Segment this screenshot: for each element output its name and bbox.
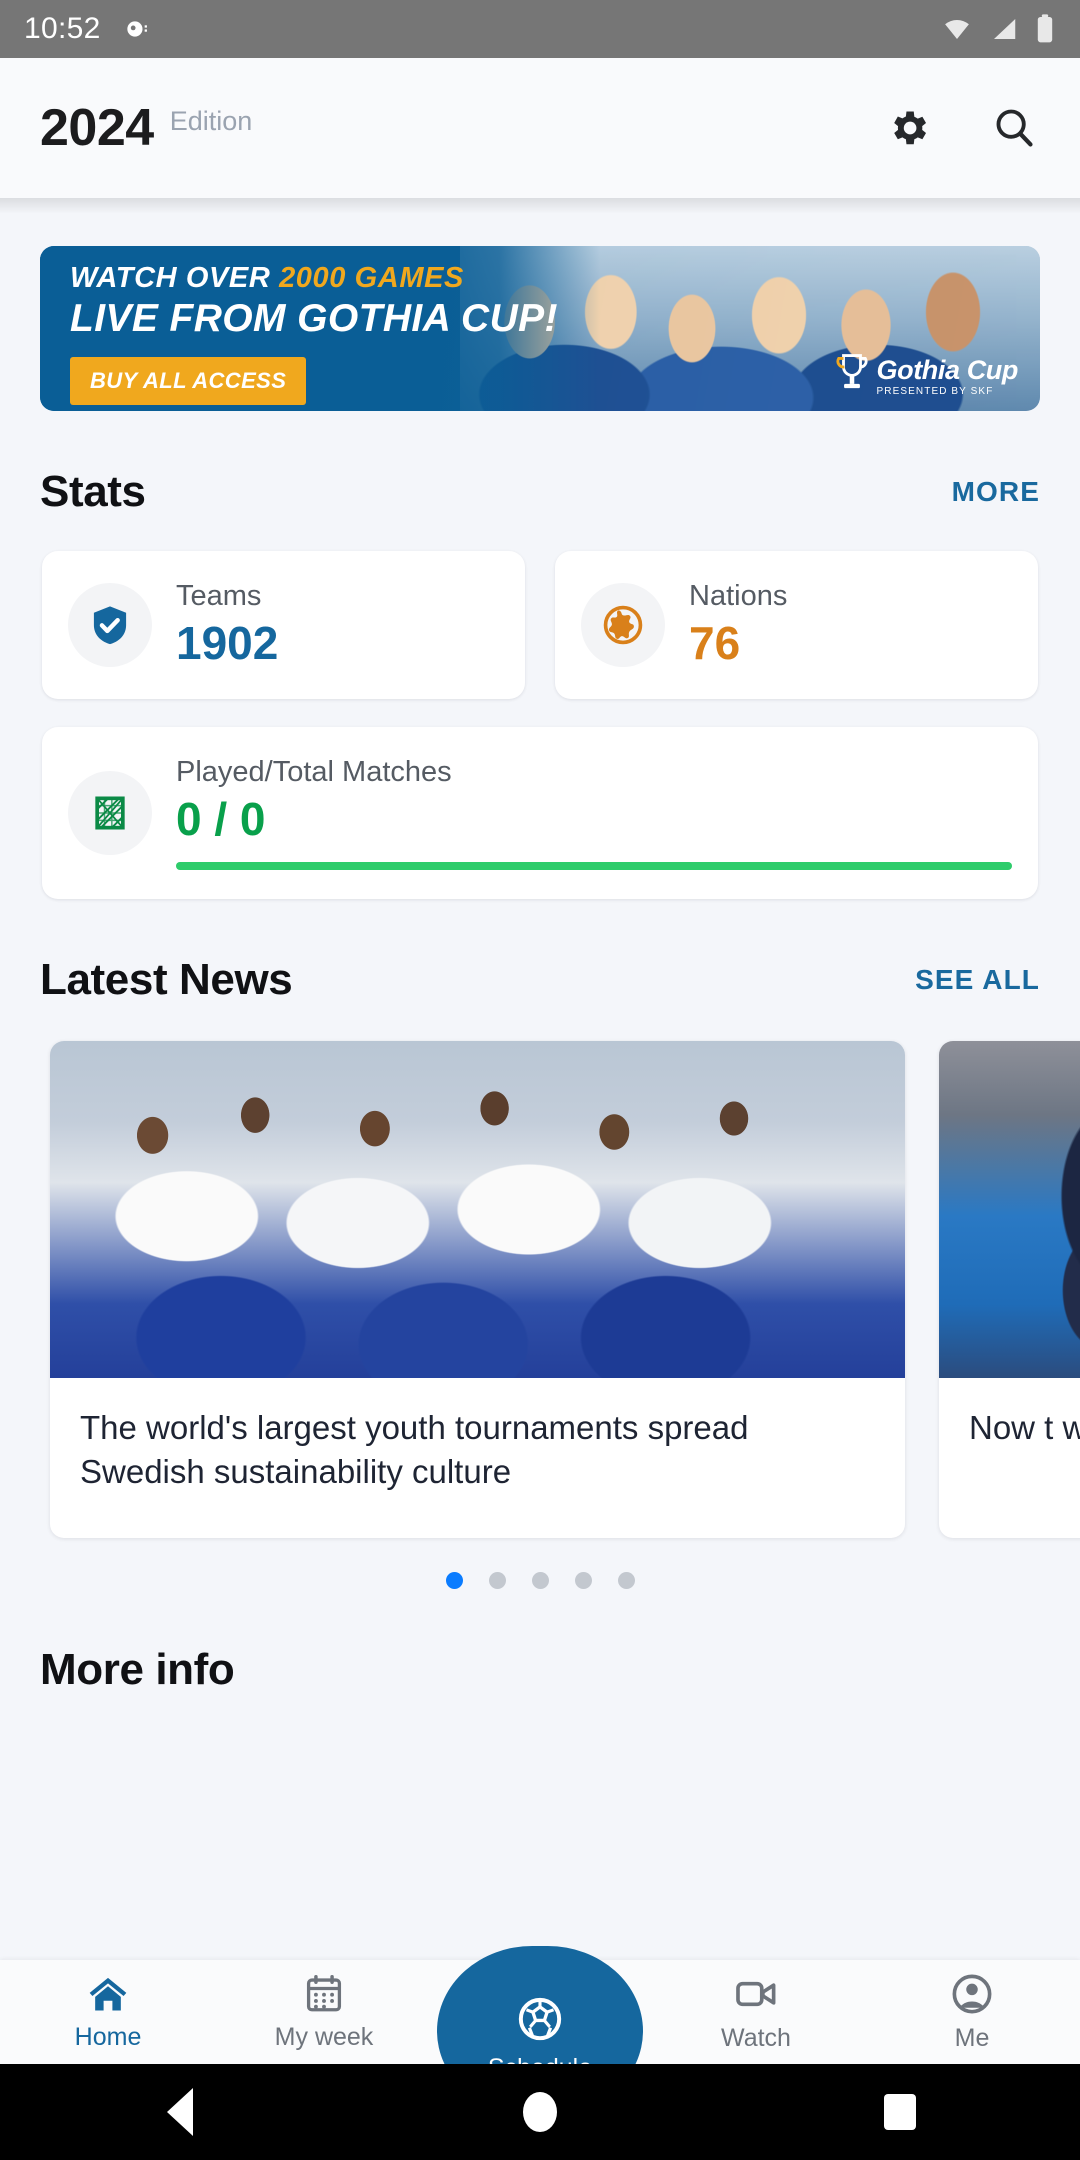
status-bar-clock: 10:52: [24, 12, 101, 45]
recents-square-icon: [884, 2094, 916, 2130]
carousel-dot[interactable]: [531, 1571, 549, 1589]
globe-icon: [603, 605, 643, 645]
promo-banner-line1: WATCH OVER 2000 GAMES: [70, 264, 558, 293]
stat-card-teams[interactable]: Teams 1902: [42, 551, 525, 699]
stat-card-nations[interactable]: Nations 76: [555, 551, 1038, 699]
app-header-shadow: [0, 198, 1080, 214]
gothia-cup-logo-sub: PRESENTED BY SKF: [876, 386, 994, 397]
matches-progress-track: [176, 861, 1012, 870]
nav-item-watch[interactable]: Watch: [648, 1971, 864, 2053]
nations-card-body: Nations 76: [689, 580, 787, 670]
nations-value: 76: [689, 616, 741, 669]
teams-value: 1902: [176, 616, 279, 669]
soccer-ball-icon: [518, 1997, 562, 2040]
android-recents-button[interactable]: [840, 2064, 960, 2160]
back-triangle-icon: [167, 2088, 193, 2136]
edition-label: Edition: [169, 105, 253, 136]
stats-cards-row: Teams 1902 Nations 76: [0, 551, 1080, 699]
stats-heading: Stats: [40, 467, 146, 516]
news-carousel[interactable]: The world's largest youth tournaments sp…: [0, 1041, 1080, 1538]
news-section-header: Latest News SEE ALL: [0, 955, 1080, 1005]
news-card-body: Now t will pl: [939, 1378, 1080, 1494]
nav-item-my-week[interactable]: My week: [216, 1972, 432, 2052]
search-button[interactable]: [988, 102, 1040, 154]
promo-banner-line1-prefix: WATCH OVER: [70, 262, 280, 294]
nav-item-home[interactable]: Home: [0, 1972, 216, 2052]
bottom-navigation-bar: Home My week Sched: [0, 1946, 1080, 2116]
settings-button[interactable]: [882, 102, 934, 154]
teams-label: Teams: [176, 580, 262, 613]
video-camera-icon: [736, 1981, 776, 2007]
nations-label: Nations: [689, 580, 788, 613]
nav-item-watch-label: Watch: [721, 2024, 791, 2052]
matches-label: Played/Total Matches: [176, 756, 452, 789]
teams-card-body: Teams 1902: [176, 580, 278, 670]
news-card[interactable]: Now t will pl: [939, 1041, 1080, 1538]
nav-item-home-label: Home: [74, 2023, 142, 2051]
promo-banner-line2: LIVE FROM GOTHIA CUP!: [70, 297, 558, 340]
stat-card-matches[interactable]: Played/Total Matches 0 / 0: [42, 727, 1038, 899]
more-info-heading: More info: [40, 1644, 235, 1694]
android-back-button[interactable]: [120, 2064, 240, 2160]
gothia-cup-logo-name: Gothia Cup: [876, 355, 1019, 385]
carousel-dot[interactable]: [445, 1571, 463, 1589]
matches-icon-circle: [68, 771, 152, 855]
gear-icon: [894, 111, 927, 145]
battery-icon: [1037, 14, 1053, 43]
android-home-button[interactable]: [480, 2064, 600, 2160]
news-card-body: The world's largest youth tournaments sp…: [50, 1378, 905, 1538]
stats-more-link[interactable]: MORE: [952, 476, 1040, 508]
promo-banner[interactable]: WATCH OVER 2000 GAMES LIVE FROM GOTHIA C…: [40, 246, 1040, 411]
stats-section-header: Stats MORE: [0, 467, 1080, 517]
nav-item-me-label: Me: [954, 2024, 990, 2052]
matches-progress-fill: [176, 861, 1012, 870]
nav-item-me[interactable]: Me: [864, 1971, 1080, 2053]
gothia-cup-logo-text: Gothia Cup PRESENTED BY SKF: [876, 355, 1019, 397]
cellular-signal-icon: [994, 19, 1016, 39]
news-card-title: Now t will pl: [969, 1409, 1080, 1446]
news-see-all-link[interactable]: SEE ALL: [915, 964, 1040, 996]
carousel-dot[interactable]: [488, 1571, 506, 1589]
news-heading: Latest News: [40, 955, 293, 1004]
android-navigation-bar: [0, 2064, 1080, 2160]
camera-notification-icon: [126, 21, 147, 37]
matches-value: 0 / 0: [176, 792, 266, 845]
promo-banner-line1-highlight: 2000 GAMES: [279, 262, 464, 294]
calendar-icon: [306, 1975, 342, 2012]
news-card[interactable]: The world's largest youth tournaments sp…: [50, 1041, 905, 1538]
shield-check-icon: [93, 606, 127, 645]
home-icon: [89, 1977, 127, 2011]
news-carousel-dots[interactable]: [0, 1571, 1080, 1589]
teams-icon-circle: [68, 583, 152, 667]
goal-net-icon: [95, 796, 125, 830]
search-icon: [996, 109, 1033, 147]
app-header: 2024 Edition: [0, 58, 1080, 198]
more-info-section-header: More info: [0, 1645, 1080, 1695]
news-card-image: [50, 1041, 905, 1378]
home-circle-icon: [523, 2092, 557, 2132]
buy-all-access-button[interactable]: BUY ALL ACCESS: [70, 356, 307, 405]
gothia-cup-logo: Gothia Cup PRESENTED BY SKF: [835, 351, 1018, 397]
carousel-dot[interactable]: [574, 1571, 592, 1589]
page-title: 2024: [40, 99, 154, 157]
status-bar: 10:52: [0, 0, 1080, 58]
status-bar-notifications: [123, 16, 149, 42]
status-bar-system-icons: [940, 13, 1056, 45]
trophy-icon: [836, 354, 868, 389]
nations-icon-circle: [581, 583, 665, 667]
phone-screen: 10:52 2024 Edition WATCH OVER 2000 GAMES…: [0, 0, 1080, 2160]
carousel-dot[interactable]: [617, 1571, 635, 1589]
matches-card-body: Played/Total Matches 0 / 0: [176, 756, 1012, 870]
promo-banner-text: WATCH OVER 2000 GAMES LIVE FROM GOTHIA C…: [70, 264, 558, 405]
nav-item-my-week-label: My week: [274, 2023, 374, 2051]
wifi-icon: [945, 20, 969, 39]
news-card-image: [939, 1041, 1080, 1378]
app-header-actions: [882, 102, 1040, 154]
account-icon: [952, 1974, 992, 2014]
news-card-title: The world's largest youth tournaments sp…: [80, 1409, 749, 1490]
scroll-content[interactable]: WATCH OVER 2000 GAMES LIVE FROM GOTHIA C…: [0, 214, 1080, 1930]
